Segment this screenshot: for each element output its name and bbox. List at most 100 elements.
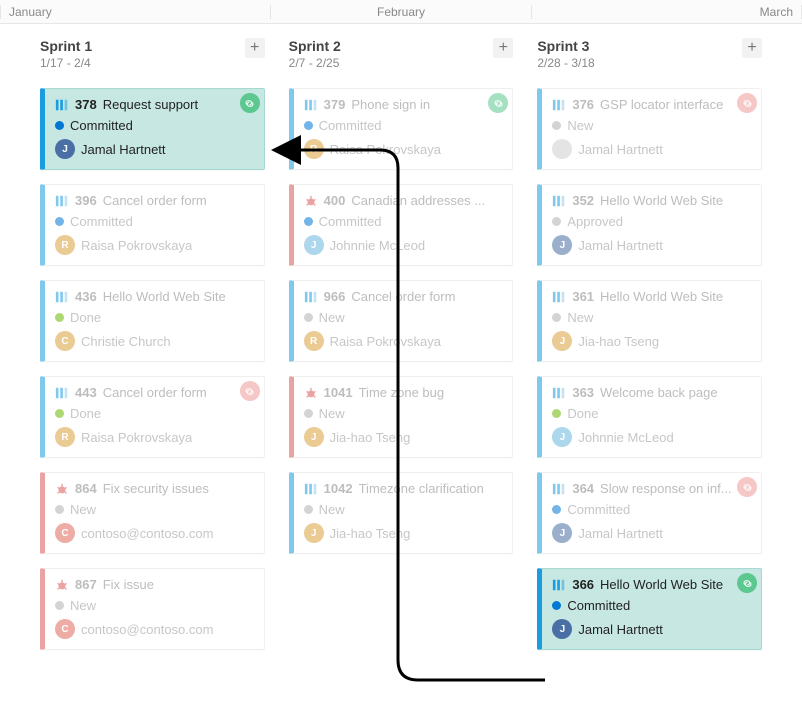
- avatar: J: [304, 235, 324, 255]
- work-item-title: Hello World Web Site: [103, 289, 226, 304]
- card-title-row: 1041Time zone bug: [304, 385, 503, 400]
- card-state-row: Committed: [55, 118, 254, 133]
- state-dot: [552, 505, 561, 514]
- work-item-card[interactable]: 1042Timezone clarificationNewJJia-hao Ts…: [289, 472, 514, 554]
- work-item-card[interactable]: 396Cancel order formCommittedRRaisa Pokr…: [40, 184, 265, 266]
- month-march: March: [532, 5, 802, 19]
- work-item-card[interactable]: 363Welcome back pageDoneJJohnnie McLeod: [537, 376, 762, 458]
- product-backlog-item-icon: [55, 290, 69, 304]
- state-dot: [552, 601, 561, 610]
- work-item-card[interactable]: 364Slow response on inf...CommittedJJama…: [537, 472, 762, 554]
- assignee-name: Jamal Hartnett: [81, 142, 166, 157]
- sprint-dates: 2/28 - 3/18: [537, 56, 594, 70]
- assignee-name: Jamal Hartnett: [578, 238, 663, 253]
- card-state-row: Committed: [304, 214, 503, 229]
- sprint-title[interactable]: Sprint 3: [537, 38, 594, 54]
- work-item-state: Done: [70, 310, 101, 325]
- work-item-id: 1042: [324, 481, 353, 496]
- work-item-id: 436: [75, 289, 97, 304]
- add-card-button[interactable]: +: [245, 38, 265, 58]
- link-icon: [742, 98, 753, 109]
- work-item-card[interactable]: 378Request support Committed JJamal Hartne…: [40, 88, 265, 170]
- link-icon: [244, 98, 255, 109]
- card-state-row: New: [304, 502, 503, 517]
- card-state-row: Done: [55, 406, 254, 421]
- card-assignee-row: R Raisa Pokrovskaya: [304, 139, 503, 159]
- add-card-button[interactable]: +: [493, 38, 513, 58]
- card-title-row: 436 Hello World Web Site: [55, 289, 254, 304]
- card-title-row: 378Request support: [55, 97, 254, 112]
- month-january: January: [0, 5, 271, 19]
- work-item-card[interactable]: 352Hello World Web SiteApprovedJJamal Ha…: [537, 184, 762, 266]
- avatar: J: [304, 427, 324, 447]
- card-title-row: 361 Hello World Web Site: [552, 289, 751, 304]
- sprint-board: Sprint 11/17 - 2/4+378Request supportCom…: [0, 24, 802, 650]
- card-assignee-row: JJamal Hartnett: [55, 139, 254, 159]
- card-state-row: Committed: [304, 118, 503, 133]
- work-item-title: Time zone bug: [359, 385, 445, 400]
- work-item-id: 361: [572, 289, 594, 304]
- month-february: February: [271, 5, 533, 19]
- work-item-title: Slow response on inf...: [600, 481, 732, 496]
- work-item-card[interactable]: 376GSP locator interfaceNewJamal Hartnet…: [537, 88, 762, 170]
- work-item-title: Cancel order form: [351, 289, 455, 304]
- link-badge[interactable]: [240, 381, 260, 401]
- work-item-card[interactable]: 366Hello World Web SiteCommittedJJamal H…: [537, 568, 762, 650]
- work-item-card[interactable]: 400Canadian addresses ...CommittedJJohnn…: [289, 184, 514, 266]
- work-item-state: New: [70, 598, 96, 613]
- product-backlog-item-icon: [55, 386, 69, 400]
- state-dot: [55, 505, 64, 514]
- avatar: R: [55, 427, 75, 447]
- work-item-state: New: [567, 310, 593, 325]
- work-item-id: 352: [572, 193, 594, 208]
- work-item-id: 364: [572, 481, 594, 496]
- link-badge[interactable]: [488, 93, 508, 113]
- work-item-card[interactable]: 436 Hello World Web SiteDone CChristie Chu…: [40, 280, 265, 362]
- work-item-card[interactable]: 443Cancel order formDoneRRaisa Pokrovska…: [40, 376, 265, 458]
- sprint-title[interactable]: Sprint 2: [289, 38, 341, 54]
- add-card-button[interactable]: +: [742, 38, 762, 58]
- work-item-card[interactable]: 867Fix issueNewCcontoso@contoso.com: [40, 568, 265, 650]
- avatar: R: [304, 139, 324, 159]
- work-item-card[interactable]: 379Phone sign in Committed R Raisa Pokrovsk…: [289, 88, 514, 170]
- assignee-name: Jamal Hartnett: [578, 622, 663, 637]
- work-item-id: 864: [75, 481, 97, 496]
- assignee-name: Raisa Pokrovskaya: [330, 142, 441, 157]
- card-assignee-row: J Jamal Hartnett: [552, 235, 751, 255]
- state-dot: [552, 121, 561, 130]
- sprint-title[interactable]: Sprint 1: [40, 38, 92, 54]
- card-assignee-row: Jamal Hartnett: [552, 139, 751, 159]
- link-badge[interactable]: [737, 93, 757, 113]
- work-item-title: Hello World Web Site: [600, 289, 723, 304]
- assignee-name: Jia-hao Tseng: [578, 334, 659, 349]
- work-item-card[interactable]: 361Hello World Web SiteNewJJia-hao Tseng: [537, 280, 762, 362]
- card-title-row: 379Phone sign in: [304, 97, 503, 112]
- card-assignee-row: RRaisa Pokrovskaya: [304, 331, 503, 351]
- work-item-card[interactable]: 1041Time zone bugNewJJia-hao Tseng: [289, 376, 514, 458]
- work-item-title: Phone sign in: [351, 97, 430, 112]
- link-badge[interactable]: [737, 477, 757, 497]
- state-dot: [304, 121, 313, 130]
- link-badge[interactable]: [240, 93, 260, 113]
- card-assignee-row: JJamal Hartnett: [552, 523, 751, 543]
- card-assignee-row: RRaisa Pokrovskaya: [55, 235, 254, 255]
- work-item-id: 366: [572, 577, 594, 592]
- work-item-id: 443: [75, 385, 97, 400]
- link-badge[interactable]: [737, 573, 757, 593]
- card-state-row: New: [552, 118, 751, 133]
- product-backlog-item-icon: [55, 98, 69, 112]
- assignee-name: Christie Church: [81, 334, 171, 349]
- state-dot: [55, 409, 64, 418]
- work-item-id: 396: [75, 193, 97, 208]
- product-backlog-item-icon: [55, 194, 69, 208]
- bug-icon: [304, 386, 318, 400]
- card-state-row: Done: [55, 310, 254, 325]
- card-assignee-row: Ccontoso@contoso.com: [55, 523, 254, 543]
- work-item-title: Canadian addresses ...: [351, 193, 485, 208]
- work-item-card[interactable]: 864Fix security issuesNewCcontoso@contos…: [40, 472, 265, 554]
- work-item-card[interactable]: 966Cancel order formNewRRaisa Pokrovskay…: [289, 280, 514, 362]
- card-assignee-row: Ccontoso@contoso.com: [55, 619, 254, 639]
- assignee-name: Jamal Hartnett: [578, 142, 663, 157]
- card-assignee-row: CChristie Church: [55, 331, 254, 351]
- avatar: J: [552, 235, 572, 255]
